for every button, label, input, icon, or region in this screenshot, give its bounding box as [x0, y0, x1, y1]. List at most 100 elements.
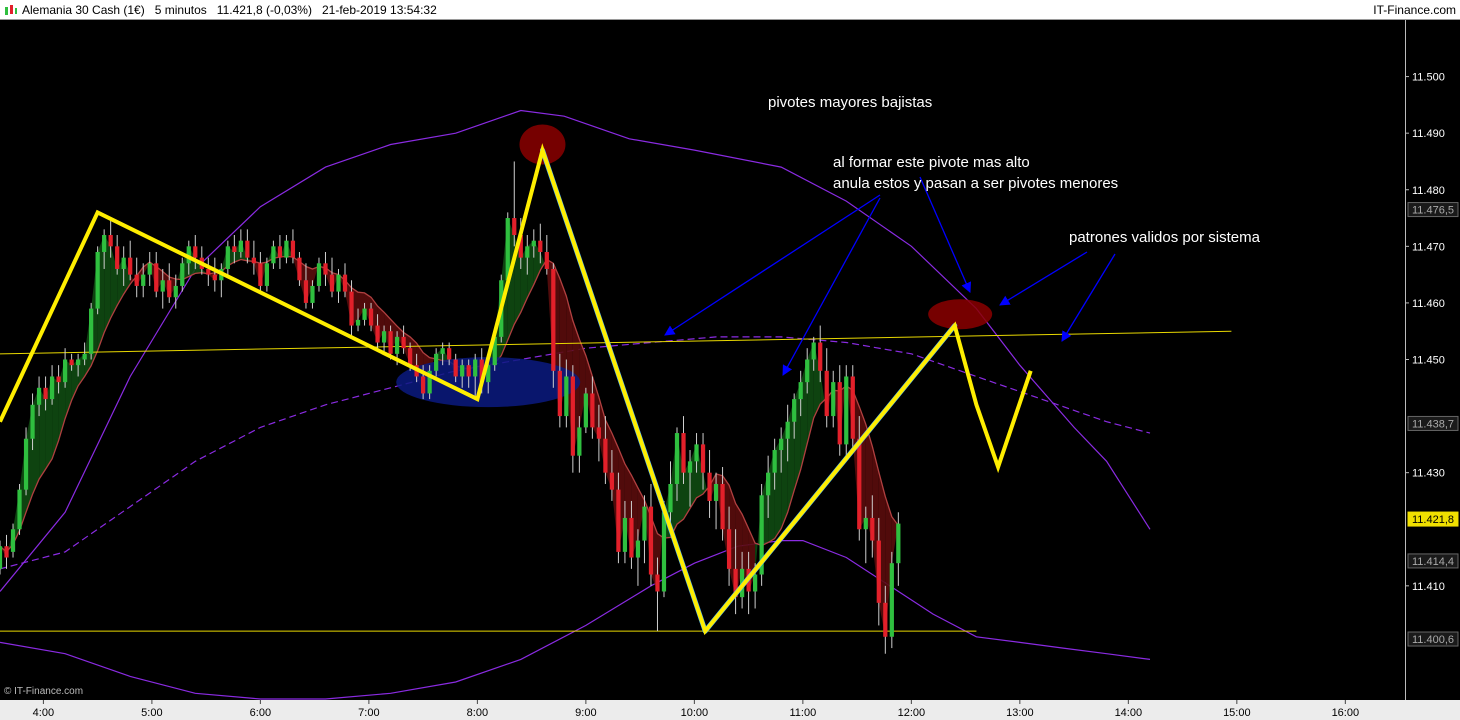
candle-up: [674, 433, 680, 484]
candle-up: [564, 376, 569, 417]
candle-up: [473, 359, 478, 377]
candle-down: [206, 268, 211, 275]
candle-down: [342, 274, 348, 292]
candle-down: [603, 438, 608, 473]
candle-down: [726, 529, 732, 569]
x-tick-label: 16:00: [1332, 707, 1360, 719]
candle-down: [870, 517, 875, 541]
candle-up: [102, 235, 107, 252]
candle-up: [440, 348, 445, 354]
candle-down: [655, 574, 660, 592]
candle-down: [818, 342, 823, 371]
candlestick-chart[interactable]: pivotes mayores bajistas al formar este p…: [0, 20, 1460, 720]
candle-up: [0, 546, 3, 569]
candle-down: [245, 240, 250, 258]
candle-up: [284, 240, 289, 258]
x-tick-label: 6:00: [250, 707, 271, 719]
candle-up: [713, 483, 719, 501]
candle-up: [141, 274, 146, 286]
price-label: 11.438,7: [1412, 418, 1454, 430]
candle-down: [850, 376, 855, 439]
candle-down: [297, 257, 302, 281]
candle-down: [453, 359, 458, 377]
candle-up: [173, 285, 178, 298]
candle-down: [388, 331, 393, 354]
candle-down: [857, 438, 862, 530]
candle-down: [700, 444, 706, 473]
candle-down: [570, 376, 575, 456]
candle-up: [82, 353, 87, 360]
x-tick-label: 5:00: [141, 707, 162, 719]
annotation-text: al formar este pivote mas alto: [833, 154, 1030, 171]
candle-up: [577, 427, 582, 456]
window-header: Alemania 30 Cash (1€) 5 minutos 11.421,8…: [0, 0, 1460, 20]
x-tick-label: 4:00: [33, 707, 54, 719]
candle-down: [329, 274, 335, 292]
y-tick-label: 11.410: [1412, 581, 1445, 593]
candle-up: [766, 472, 771, 496]
candle-down: [447, 348, 452, 360]
candle-up: [381, 331, 387, 343]
candle-down: [43, 387, 48, 400]
candle-up: [394, 336, 400, 354]
candle-down: [837, 382, 842, 445]
candle-down: [401, 336, 406, 349]
candle-up: [635, 540, 641, 558]
candle-up: [694, 444, 699, 462]
candle-up: [238, 240, 243, 252]
candle-up: [687, 461, 693, 473]
x-tick-label: 15:00: [1223, 707, 1251, 719]
candle-down: [596, 427, 602, 439]
candle-up: [336, 274, 341, 292]
candle-up: [89, 308, 94, 354]
x-tick-label: 8:00: [467, 707, 488, 719]
candle-down: [512, 218, 517, 236]
candle-down: [323, 263, 328, 275]
x-tick-label: 9:00: [575, 707, 596, 719]
y-tick-label: 11.480: [1412, 185, 1445, 197]
candle-up: [531, 240, 536, 247]
app-logo-icon: [5, 5, 17, 15]
candle-up: [23, 438, 29, 490]
candle-up: [271, 246, 276, 264]
candle-down: [707, 472, 712, 501]
price-label: 11.421,8: [1412, 514, 1454, 526]
candle-down: [128, 257, 133, 275]
candle-down: [193, 246, 198, 258]
candle-up: [316, 263, 322, 286]
y-tick-label: 11.490: [1412, 128, 1445, 140]
watermark-label: © IT-Finance.com: [4, 686, 83, 697]
candle-down: [629, 517, 634, 558]
candle-down: [407, 348, 413, 366]
candle-down: [303, 280, 309, 303]
timestamp: 21-feb-2019 13:54:32: [321, 3, 437, 17]
candle-up: [310, 285, 315, 303]
candle-up: [583, 393, 588, 428]
candle-up: [668, 483, 673, 513]
price-label: 11.400,6: [1412, 634, 1454, 646]
candle-down: [4, 546, 9, 558]
candle-up: [831, 382, 836, 417]
candle-up: [121, 257, 126, 269]
candle-up: [792, 399, 797, 422]
candle-up: [160, 280, 165, 292]
candle-up: [844, 376, 849, 445]
candle-down: [232, 246, 237, 252]
annotation-text: patrones validos por sistema: [1069, 229, 1261, 246]
candle-up: [811, 342, 816, 360]
chart-title: Alemania 30 Cash (1€) 5 minutos 11.421,8…: [22, 3, 437, 17]
candle-down: [551, 268, 556, 371]
candle-up: [622, 517, 628, 552]
candle-up: [434, 353, 439, 371]
candle-up: [49, 376, 55, 400]
candle-down: [154, 263, 159, 292]
y-tick-label: 11.460: [1412, 298, 1445, 310]
price-label: 11.476,5: [1412, 205, 1454, 217]
y-tick-label: 11.500: [1412, 72, 1445, 84]
candle-up: [661, 512, 667, 592]
brand-label: IT-Finance.com: [1373, 3, 1456, 17]
x-tick-label: 14:00: [1115, 707, 1143, 719]
candle-up: [779, 438, 784, 451]
candle-up: [17, 489, 22, 530]
candle-up: [525, 246, 530, 258]
